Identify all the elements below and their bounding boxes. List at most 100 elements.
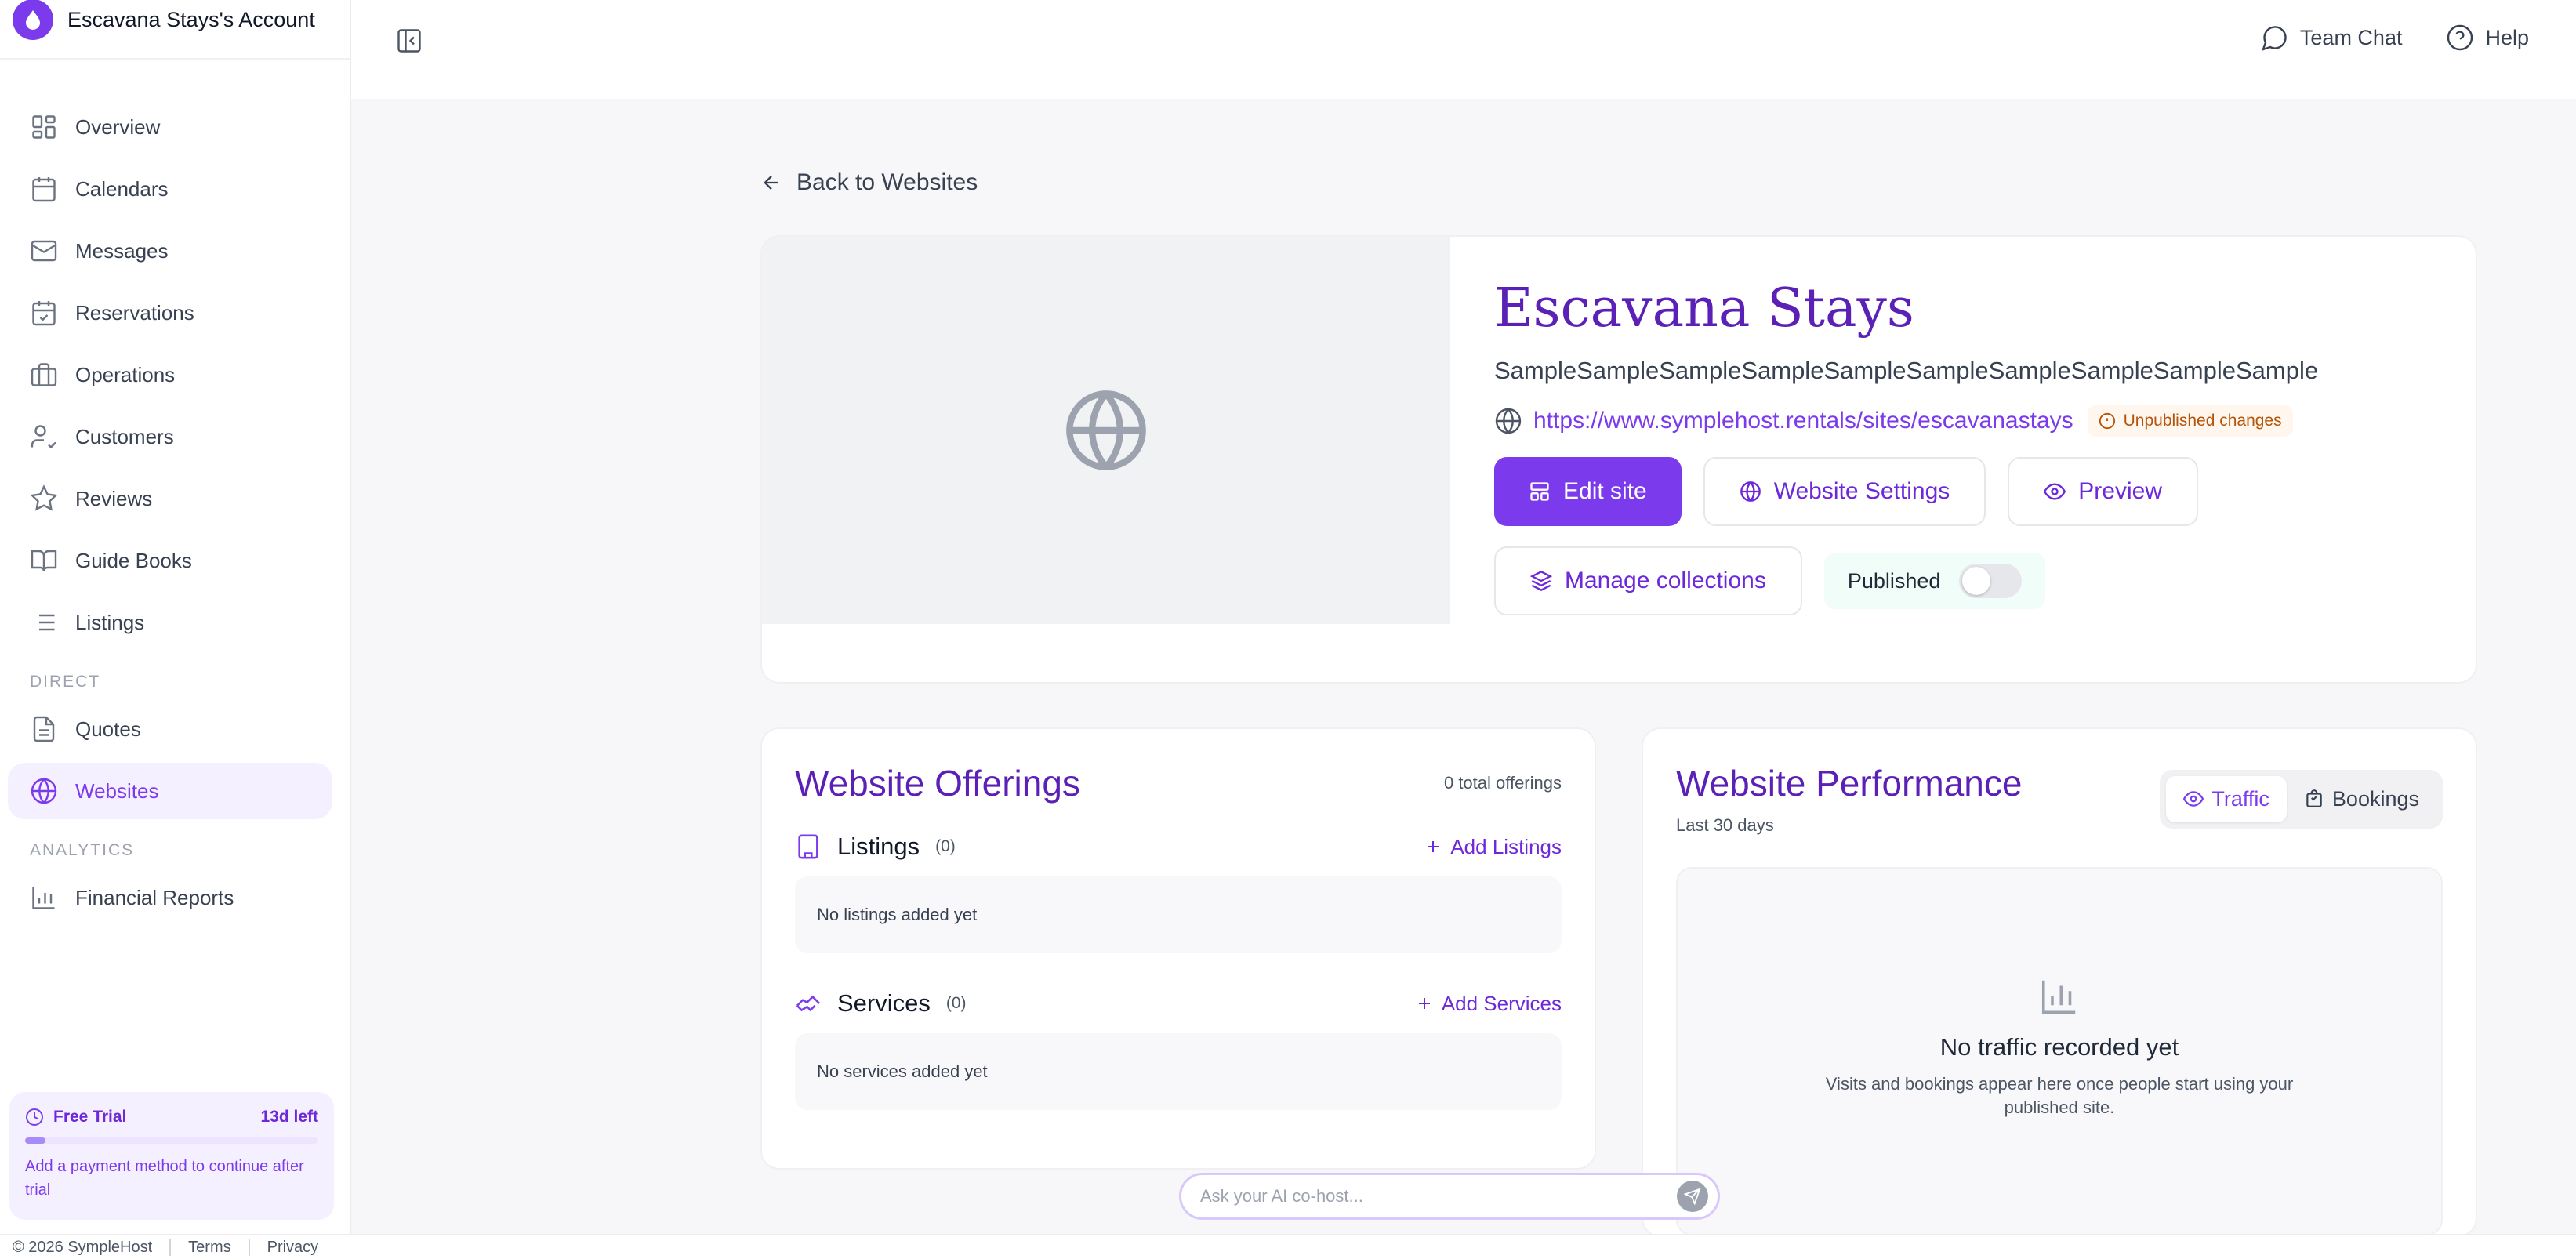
manage-collections-button[interactable]: Manage collections <box>1494 546 1802 615</box>
send-button[interactable] <box>1677 1181 1708 1212</box>
user-check-icon <box>31 425 56 449</box>
bar-chart-icon <box>32 887 55 909</box>
team-chat-label: Team Chat <box>2299 25 2403 49</box>
sidebar-item-messages[interactable]: Messages <box>8 223 332 279</box>
help-label: Help <box>2485 25 2529 49</box>
bar-chart-icon <box>2041 980 2076 1014</box>
privacy-link[interactable]: Privacy <box>267 1239 319 1257</box>
terms-link[interactable]: Terms <box>188 1239 230 1257</box>
footer-divider <box>248 1239 250 1256</box>
account-switcher[interactable]: Escavana Stays's Account <box>0 0 350 60</box>
sidebar-item-operations[interactable]: Operations <box>8 346 332 403</box>
services-section-title: Services <box>837 989 931 1017</box>
sidebar-item-label: Customers <box>75 424 174 448</box>
listings-section-title: Listings <box>837 833 920 860</box>
tab-traffic[interactable]: Traffic <box>2166 775 2287 822</box>
trial-title-text: Free Trial <box>53 1108 127 1126</box>
handshake-icon <box>796 995 821 1012</box>
trial-message[interactable]: Add a payment method to continue after t… <box>25 1155 318 1202</box>
footer: © 2026 SympleHost Terms Privacy <box>0 1234 2576 1259</box>
add-listings-label: Add Listings <box>1450 834 1562 858</box>
ai-cohost-bar <box>1179 1173 1720 1220</box>
performance-title: Website Performance <box>1676 763 2023 804</box>
globe-icon <box>1740 481 1761 502</box>
chat-bubble-icon <box>2261 26 2287 51</box>
site-description: SampleSampleSampleSampleSampleSampleSamp… <box>1494 357 2319 384</box>
eye-icon <box>2183 791 2204 807</box>
help-circle-icon <box>2447 24 2473 51</box>
topbar: Team Chat Help <box>351 0 2576 99</box>
sidebar-item-financial-reports[interactable]: Financial Reports <box>8 869 332 926</box>
performance-tabs: Traffic Bookings <box>2160 769 2443 829</box>
grid-icon <box>32 115 56 139</box>
globe-icon <box>31 778 57 804</box>
sidebar-item-reservations[interactable]: Reservations <box>8 285 332 341</box>
empty-description: Visits and bookings appear here once peo… <box>1825 1074 2294 1117</box>
sidebar-item-calendars[interactable]: Calendars <box>8 161 332 217</box>
website-performance-card: Website Performance Last 30 days Traffic… <box>1642 727 2477 1237</box>
logo-icon <box>13 0 53 40</box>
plus-icon <box>1418 998 1430 1009</box>
star-icon <box>30 484 58 511</box>
arrow-left-icon <box>764 176 778 190</box>
trial-title: Free Trial <box>25 1108 126 1127</box>
sidebar-item-websites[interactable]: Websites <box>8 763 332 819</box>
mail-icon <box>31 240 57 262</box>
layout-icon <box>1530 482 1549 501</box>
tab-bookings[interactable]: Bookings <box>2287 776 2436 822</box>
sidebar-item-quotes[interactable]: Quotes <box>8 701 332 757</box>
edit-site-button[interactable]: Edit site <box>1494 457 1682 526</box>
section-label-analytics: ANALYTICS <box>30 841 135 859</box>
main-nav: Overview Calendars Messages Reservations… <box>0 60 350 926</box>
published-toggle[interactable] <box>1959 564 2023 598</box>
empty-title: No traffic recorded yet <box>1939 1033 2179 1061</box>
toggle-knob <box>1962 567 1991 595</box>
collapse-sidebar-button[interactable] <box>395 27 423 55</box>
website-offerings-card: Website Offerings 0 total offerings List… <box>760 727 1596 1170</box>
back-link-label: Back to Websites <box>796 169 978 195</box>
help-button[interactable]: Help <box>2446 24 2529 52</box>
account-name: Escavana Stays's Account <box>67 7 315 31</box>
sidebar-item-overview[interactable]: Overview <box>8 99 332 155</box>
trial-progress-fill <box>25 1137 46 1144</box>
published-control: Published <box>1823 553 2046 609</box>
globe-icon <box>1495 408 1522 434</box>
team-chat-button[interactable]: Team Chat <box>2261 24 2403 52</box>
listings-empty-state: No listings added yet <box>795 876 1562 953</box>
website-settings-button[interactable]: Website Settings <box>1703 457 1986 526</box>
footer-divider <box>169 1239 172 1256</box>
add-services-button[interactable]: Add Services <box>1415 992 1562 1016</box>
sidebar-item-customers[interactable]: Customers <box>8 408 332 465</box>
trial-days-left: 13d left <box>260 1108 318 1126</box>
sidebar-item-label: Financial Reports <box>75 885 234 909</box>
sidebar-item-reviews[interactable]: Reviews <box>8 470 332 527</box>
sidebar-item-label: Calendars <box>75 176 169 201</box>
sidebar-item-listings[interactable]: Listings <box>8 594 332 651</box>
building-icon <box>798 834 818 859</box>
sidebar: Escavana Stays's Account Overview Calend… <box>0 0 351 1234</box>
sidebar-item-guide-books[interactable]: Guide Books <box>8 532 332 589</box>
sidebar-item-label: Guide Books <box>75 548 192 572</box>
list-icon <box>33 614 55 631</box>
sidebar-item-label: Reservations <box>75 300 194 325</box>
services-empty-state: No services added yet <box>795 1033 1562 1110</box>
eye-icon <box>2044 483 2066 500</box>
site-url-link[interactable]: https://www.symplehost.rentals/sites/esc… <box>1533 408 2073 434</box>
sidebar-item-label: Websites <box>75 778 159 803</box>
ai-cohost-input[interactable] <box>1200 1186 1677 1206</box>
unpublished-changes-badge: Unpublished changes <box>2087 405 2293 437</box>
sidebar-item-label: Overview <box>75 114 161 139</box>
back-to-websites-link[interactable]: Back to Websites <box>760 169 978 196</box>
website-settings-label: Website Settings <box>1773 478 1950 504</box>
preview-label: Preview <box>2078 478 2162 504</box>
preview-button[interactable]: Preview <box>2008 457 2198 526</box>
add-services-label: Add Services <box>1441 991 1562 1015</box>
sidebar-item-label: Reviews <box>75 486 153 510</box>
add-listings-button[interactable]: Add Listings <box>1424 835 1562 859</box>
published-label: Published <box>1847 568 1941 593</box>
site-hero-card: Escavana Stays SampleSampleSampleSampleS… <box>760 235 2477 684</box>
free-trial-card[interactable]: Free Trial 13d left Add a payment method… <box>9 1092 334 1220</box>
sidebar-item-label: Operations <box>75 362 176 386</box>
tab-bookings-label: Bookings <box>2331 786 2419 811</box>
briefcase-icon <box>31 363 57 386</box>
